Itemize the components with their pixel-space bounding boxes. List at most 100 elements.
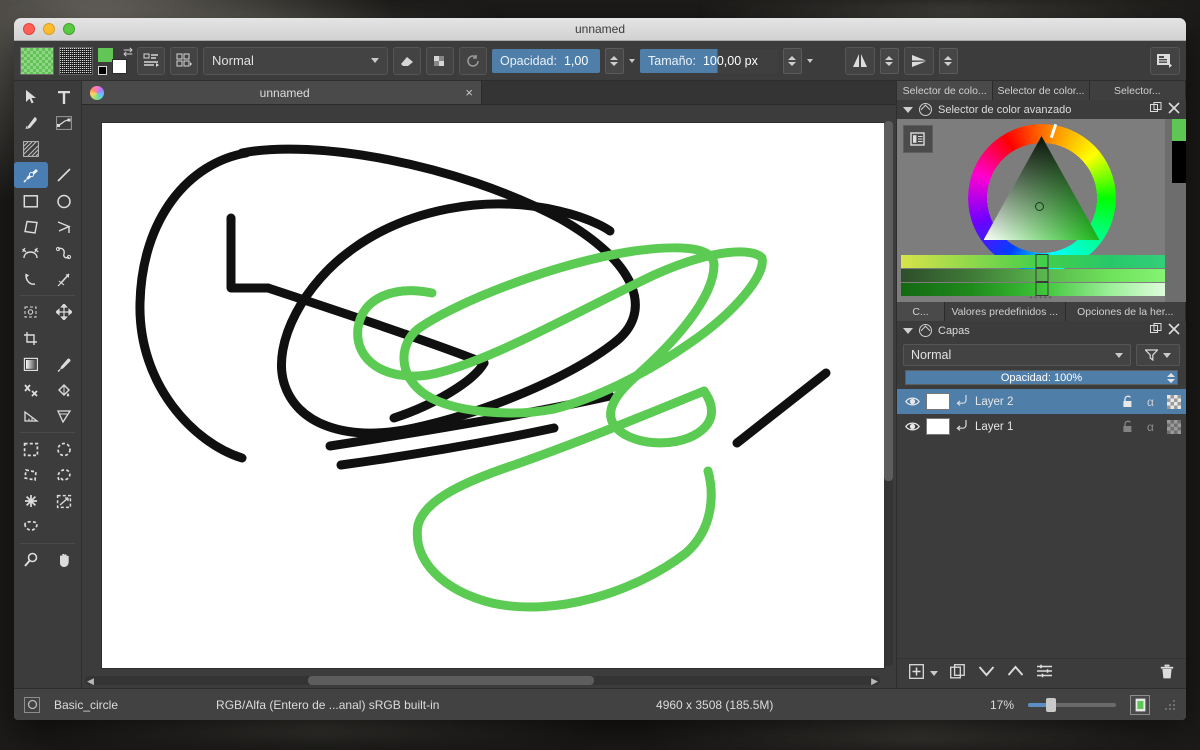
workspace-chooser-icon[interactable] [1150, 46, 1180, 75]
pan-tool[interactable] [48, 547, 82, 573]
polyline-tool[interactable] [48, 214, 82, 240]
shade-strip-1[interactable] [901, 254, 1182, 268]
duplicate-layer-button[interactable] [950, 663, 966, 684]
bezier-selection-tool[interactable] [14, 514, 48, 540]
dynamic-brush-tool[interactable] [14, 266, 48, 292]
text-tool[interactable] [48, 84, 82, 110]
recent-color-black[interactable] [1172, 141, 1186, 183]
freehand-brush-tool[interactable] [14, 162, 48, 188]
scroll-thumb[interactable] [307, 676, 594, 685]
magic-wand-selection-tool[interactable] [14, 488, 48, 514]
tab-valores-predefinidos[interactable]: Valores predefinidos ... [945, 302, 1066, 321]
color-cursor[interactable] [1034, 202, 1044, 211]
layer-alpha-lock-icon[interactable] [1165, 419, 1182, 434]
swap-colors-icon[interactable]: ⇄ [123, 45, 133, 59]
size-stepper[interactable] [783, 47, 802, 74]
mirror-horizontal-icon[interactable] [845, 46, 875, 75]
color-selector-settings-icon[interactable] [903, 125, 933, 153]
close-panel-icon[interactable] [1168, 102, 1180, 117]
recent-colors-stack[interactable] [1172, 119, 1186, 302]
move-tool[interactable] [48, 299, 82, 325]
float-panel-icon[interactable] [1150, 323, 1162, 338]
freehand-path-tool[interactable] [48, 240, 82, 266]
tab-selector-de-color-2[interactable]: Selector de color... [993, 81, 1090, 100]
shade-selection-box[interactable] [1035, 268, 1048, 282]
collapse-chevron-icon[interactable] [903, 106, 913, 113]
move-layer-down-button[interactable] [978, 665, 995, 683]
pattern-preset-swatch[interactable] [59, 46, 93, 75]
layer-visibility-icon[interactable] [905, 419, 920, 434]
layer-filter-button[interactable] [1136, 344, 1180, 366]
zoom-slider-knob[interactable] [1046, 697, 1057, 712]
collapse-chevron-icon[interactable] [903, 327, 913, 334]
foreground-color-swatch[interactable] [98, 47, 113, 62]
color-picker-tool[interactable] [48, 351, 82, 377]
fill-tool[interactable] [48, 377, 82, 403]
layer-blending-mode-select[interactable]: Normal [903, 344, 1131, 366]
preserve-alpha-icon[interactable] [426, 46, 454, 75]
layer-lock-icon[interactable] [1119, 420, 1136, 433]
transform-tool[interactable] [14, 299, 48, 325]
mirror-horizontal-options[interactable] [880, 47, 899, 74]
line-tool[interactable] [48, 162, 82, 188]
inherit-alpha-icon[interactable] [956, 394, 969, 410]
shade-strip-2[interactable] [901, 268, 1182, 282]
layer-opacity-slider[interactable]: Opacidad: 100% [905, 370, 1178, 385]
inherit-alpha-icon[interactable] [956, 419, 969, 435]
canvas-horizontal-scrollbar[interactable] [85, 676, 880, 685]
canvas-paper[interactable] [102, 123, 884, 668]
color-history-strip[interactable] [1165, 119, 1172, 302]
tab-capas[interactable]: C... [897, 302, 945, 321]
fit-to-page-button[interactable] [1130, 694, 1151, 715]
float-panel-icon[interactable] [1150, 102, 1162, 117]
layer-list[interactable]: Layer 2 α Layer 1 α [897, 389, 1186, 658]
opacity-options-chevron-icon[interactable] [629, 58, 635, 63]
select-shapes-tool[interactable] [14, 84, 48, 110]
brush-presets-icon[interactable] [137, 46, 165, 75]
tab-selector-de-color-3[interactable]: Selector... [1089, 81, 1186, 100]
layer-name[interactable]: Layer 1 [975, 421, 1113, 433]
layer-thumbnail[interactable] [926, 418, 950, 435]
layer-opacity-stepper[interactable] [1166, 371, 1176, 384]
zoom-tool[interactable] [14, 547, 48, 573]
gradient-tool[interactable] [14, 351, 48, 377]
color-wheel[interactable] [967, 123, 1116, 272]
tab-opciones-herramienta[interactable]: Opciones de la her... [1065, 302, 1186, 321]
mirror-vertical-options[interactable] [939, 47, 958, 74]
layer-visibility-icon[interactable] [905, 394, 920, 409]
layer-alpha-icon[interactable]: α [1142, 420, 1159, 434]
similar-color-selection-tool[interactable] [48, 488, 82, 514]
table-row[interactable]: Layer 1 α [897, 414, 1186, 439]
background-color-swatch[interactable] [112, 58, 127, 74]
canvas-vertical-scrollbar[interactable] [884, 121, 893, 666]
size-options-chevron-icon[interactable] [807, 58, 813, 63]
tab-selector-de-color-1[interactable]: Selector de colo... [897, 81, 994, 100]
panel-resize-grip[interactable]: ••••• [1029, 293, 1053, 302]
ellipse-tool[interactable] [48, 188, 82, 214]
close-window-button[interactable] [23, 23, 35, 35]
delete-layer-button[interactable] [1160, 664, 1174, 684]
foreground-background-color-swatch[interactable]: ⇄ [98, 45, 133, 75]
rectangular-selection-tool[interactable] [14, 436, 48, 462]
gradient-preset-swatch[interactable] [20, 46, 54, 75]
window-resize-grip[interactable] [1164, 698, 1177, 711]
panel-lock-icon[interactable] [919, 103, 932, 116]
layer-name[interactable]: Layer 2 [975, 396, 1113, 408]
edit-shapes-tool[interactable] [48, 110, 82, 136]
maximize-window-button[interactable] [63, 23, 75, 35]
document-tab[interactable]: unnamed × [82, 81, 482, 104]
minimize-window-button[interactable] [43, 23, 55, 35]
move-layer-up-button[interactable] [1007, 665, 1024, 683]
brush-preset-icon[interactable] [24, 696, 40, 713]
freehand-selection-tool[interactable] [48, 462, 82, 488]
crop-tool[interactable] [14, 325, 48, 351]
blending-mode-select[interactable]: Normal [203, 46, 388, 75]
layer-thumbnail[interactable] [926, 393, 950, 410]
scroll-left-arrow-icon[interactable]: ◀ [87, 676, 94, 687]
size-slider[interactable]: Tamaño: 100,00 px [640, 48, 778, 73]
layer-lock-icon[interactable] [1119, 395, 1136, 408]
add-layer-button[interactable] [909, 663, 924, 684]
close-panel-icon[interactable] [1168, 323, 1180, 338]
advanced-color-selector[interactable]: ••••• [897, 119, 1186, 302]
calligraphy-tool[interactable] [14, 110, 48, 136]
